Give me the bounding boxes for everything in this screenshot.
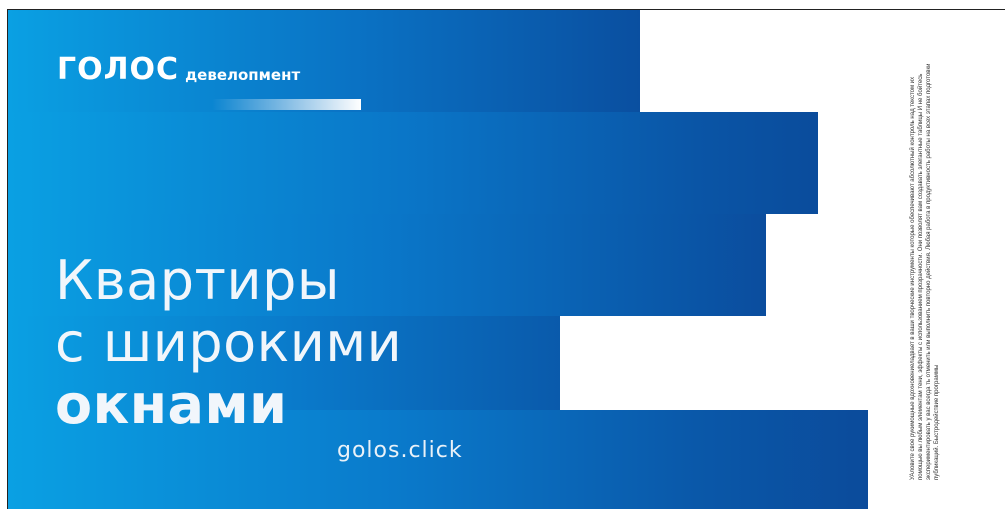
brand-name: ГОЛОС <box>57 52 180 87</box>
headline: Квартиры с широкими окнами <box>55 250 402 436</box>
headline-line-1: Квартиры <box>55 249 340 312</box>
headline-line-2: с широкими <box>55 311 403 374</box>
legal-disclaimer: УАловите свое рукимощные вдохновениеладв… <box>910 63 940 480</box>
brand-logo: ГОЛОС девелопмент <box>57 55 300 85</box>
website-link[interactable]: golos.click <box>337 438 463 463</box>
brand-subtitle: девелопмент <box>185 66 301 84</box>
gradient-band-2 <box>8 112 818 214</box>
logo-underline-gradient <box>212 99 361 110</box>
headline-line-3: окнами <box>55 373 288 436</box>
